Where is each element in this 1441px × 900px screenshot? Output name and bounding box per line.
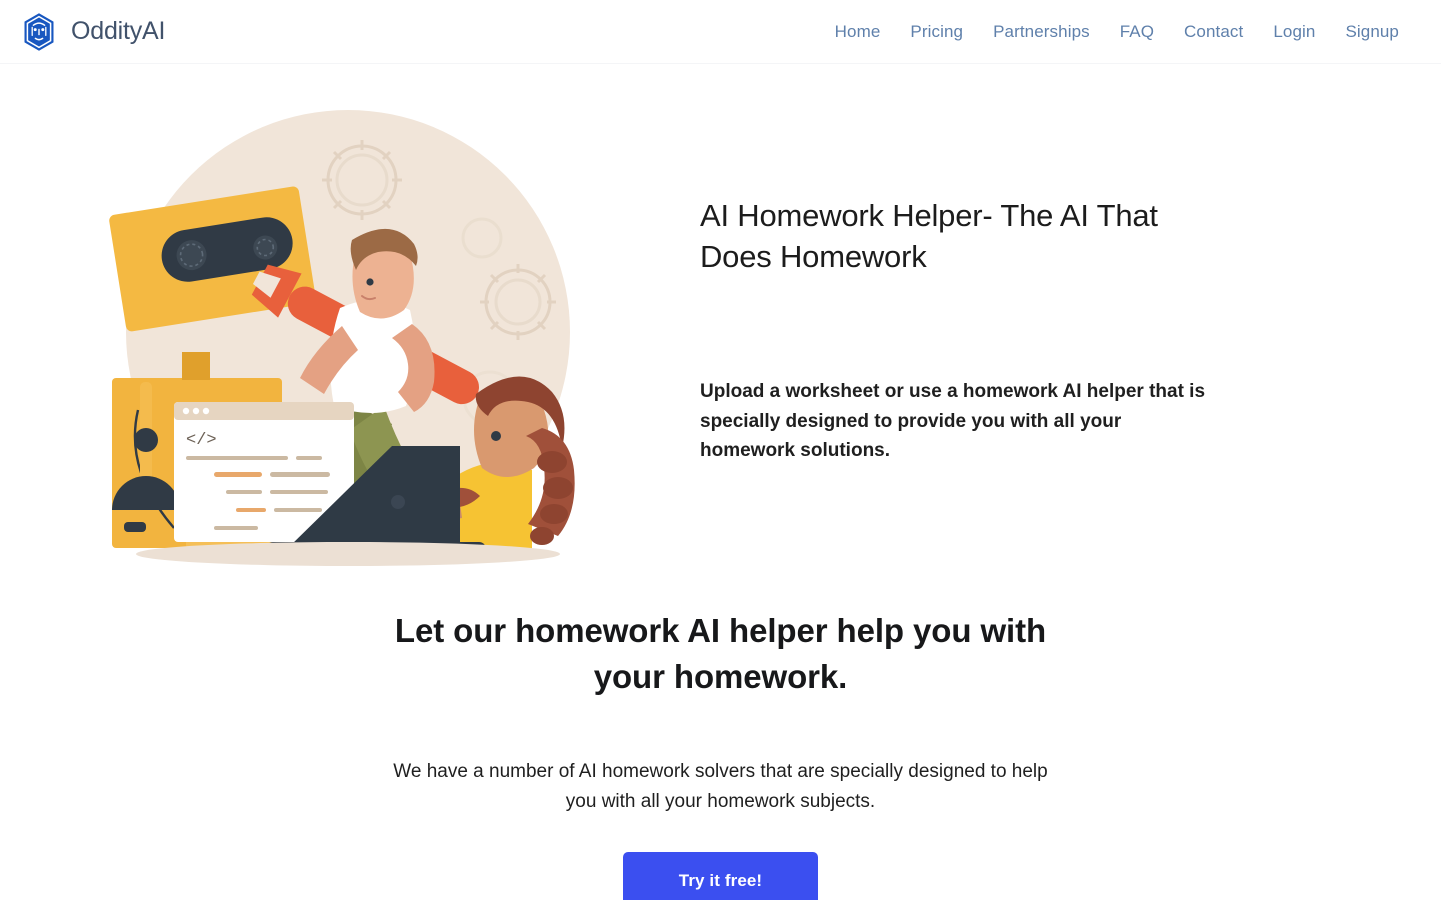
- hero-subtitle: Upload a worksheet or use a homework AI …: [700, 381, 1206, 462]
- try-it-free-button[interactable]: Try it free!: [622, 851, 819, 900]
- promo-text: We have a number of AI homework solvers …: [393, 761, 1048, 813]
- nav-link-login[interactable]: Login: [1258, 16, 1330, 48]
- main-navigation: Home Pricing Partnerships FAQ Contact Lo…: [820, 16, 1399, 48]
- hexagon-face-logo-icon: [18, 11, 60, 53]
- nav-link-home[interactable]: Home: [820, 16, 896, 48]
- nav-link-pricing[interactable]: Pricing: [895, 16, 978, 48]
- hero-illustration-container: </>: [0, 100, 700, 580]
- nav-link-contact[interactable]: Contact: [1169, 16, 1258, 48]
- nav-link-faq[interactable]: FAQ: [1105, 16, 1169, 48]
- nav-link-partnerships[interactable]: Partnerships: [978, 16, 1105, 48]
- homework-ai-illustration: </>: [109, 110, 575, 566]
- nav-link-signup[interactable]: Signup: [1330, 16, 1399, 48]
- brand-name: OddityAI: [71, 17, 166, 45]
- hero-section: </> AI Homework Helper- The AI That Does…: [0, 64, 1441, 580]
- promo-title: Let our homework AI helper help you with…: [394, 612, 1047, 695]
- hero-title: AI Homework Helper- The AI That Does Hom…: [700, 198, 1158, 274]
- site-header: OddityAI Home Pricing Partnerships FAQ C…: [0, 0, 1441, 64]
- hero-copy: AI Homework Helper- The AI That Does Hom…: [700, 100, 1441, 466]
- brand-logo-link[interactable]: OddityAI: [18, 11, 165, 53]
- promo-section: Let our homework AI helper help you with…: [0, 580, 1441, 900]
- svg-text:</>: </>: [186, 431, 217, 450]
